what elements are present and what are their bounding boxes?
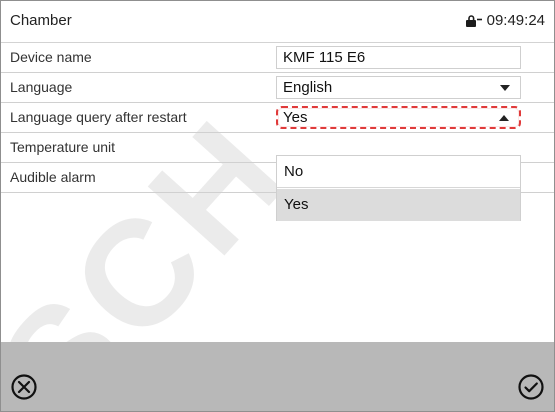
language-query-label: Language query after restart <box>10 109 187 125</box>
page-title: Chamber <box>10 12 72 29</box>
row-device-name: Device name KMF 115 E6 <box>1 43 554 73</box>
lock-icon <box>465 14 482 27</box>
row-language-query: Language query after restart Yes <box>1 103 554 133</box>
settings-panel: Device name KMF 115 E6 Language English … <box>1 43 554 341</box>
dropdown-option-yes[interactable]: Yes <box>277 189 520 221</box>
language-query-dropdown[interactable]: No Yes <box>276 155 521 221</box>
device-name-field[interactable]: KMF 115 E6 <box>276 46 521 69</box>
row-language: Language English <box>1 73 554 103</box>
language-query-select[interactable]: Yes <box>276 106 521 129</box>
bottom-action-bar <box>1 342 554 411</box>
header-bar: Chamber 09:49:24 <box>1 1 554 43</box>
language-select[interactable]: English <box>276 76 521 99</box>
clock-time: 09:49:24 <box>486 12 545 29</box>
status-area: 09:49:24 <box>465 12 545 29</box>
device-name-label: Device name <box>10 49 92 65</box>
confirm-button[interactable] <box>517 373 545 401</box>
device-screen: SCH Chamber 09:49:24 Device name KMF 115… <box>0 0 555 412</box>
cancel-button[interactable] <box>10 373 38 401</box>
audible-alarm-label: Audible alarm <box>10 169 96 185</box>
close-circle-icon <box>11 374 37 400</box>
check-circle-icon <box>518 374 544 400</box>
dropdown-option-no[interactable]: No <box>277 156 520 188</box>
temperature-unit-label: Temperature unit <box>10 139 116 155</box>
language-label: Language <box>10 79 73 95</box>
